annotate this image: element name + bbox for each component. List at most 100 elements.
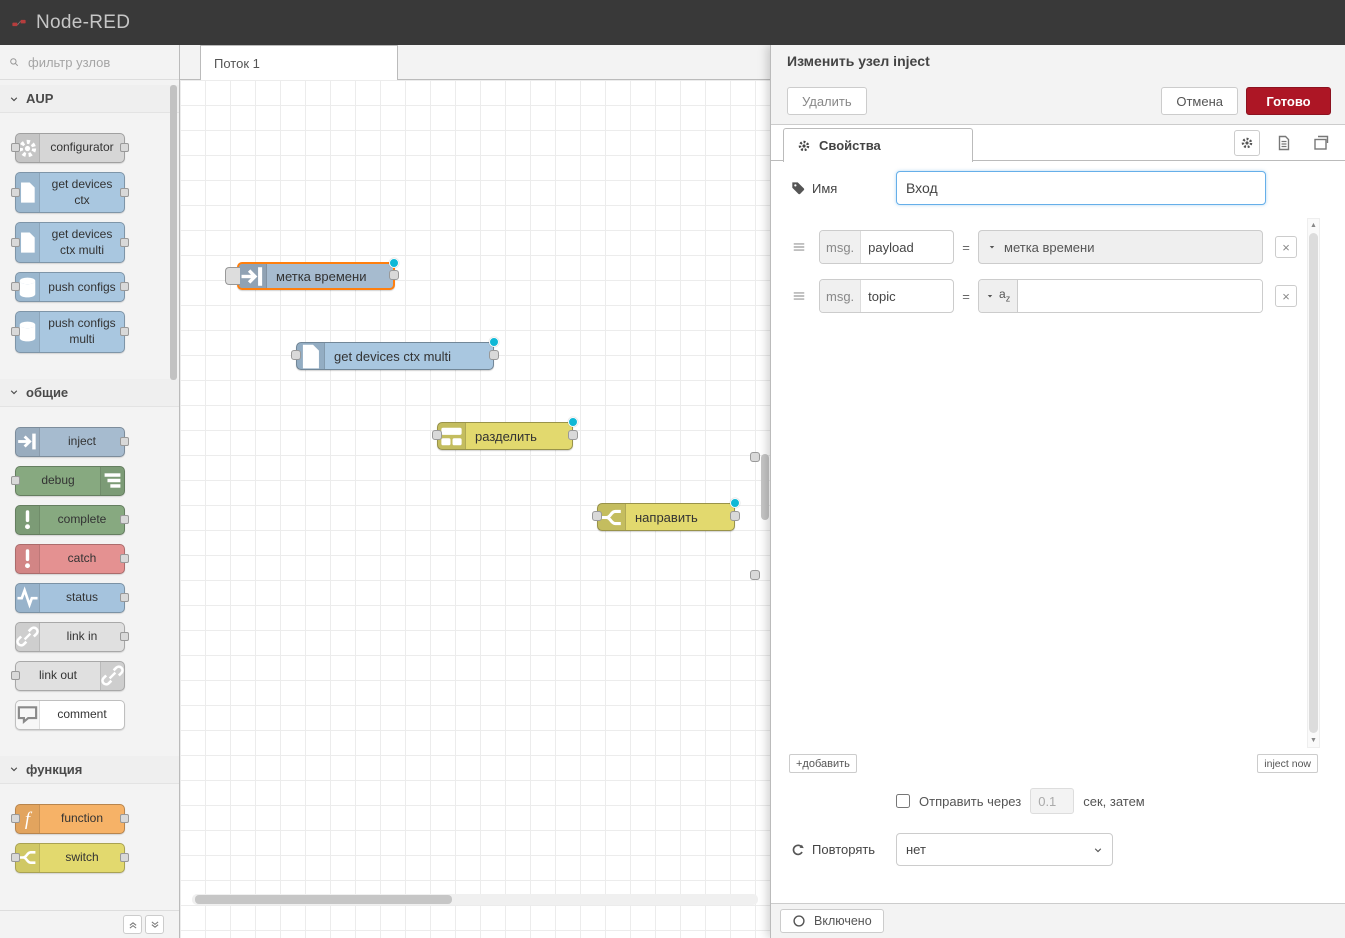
name-row: Имя	[791, 171, 837, 205]
property-name[interactable]: topic	[861, 280, 953, 312]
tab-properties[interactable]: Свойства	[783, 128, 973, 162]
flow-canvas[interactable]: метка времени get devices ctx multi раздел…	[180, 80, 770, 938]
inject-once-delay-input[interactable]	[1030, 788, 1074, 814]
palette-node-output-port[interactable]	[120, 282, 129, 291]
row-drag-handle[interactable]	[789, 289, 809, 303]
inject-button[interactable]	[225, 267, 240, 285]
palette-node-function[interactable]: ffunction	[15, 804, 125, 834]
node-enabled-toggle[interactable]: Включено	[780, 909, 884, 933]
palette-node-input-port[interactable]	[11, 282, 20, 291]
chevrons-up-icon	[128, 920, 138, 930]
palette-node-output-port[interactable]	[120, 188, 129, 197]
palette-node-switch[interactable]: switch	[15, 843, 125, 873]
palette-node-input-port[interactable]	[11, 476, 20, 485]
remove-property-button[interactable]: ×	[1275, 285, 1297, 307]
palette-node-output-port[interactable]	[120, 143, 129, 152]
scroll-up-arrow[interactable]: ▲	[1308, 219, 1319, 232]
flow-node-port-partial[interactable]	[750, 452, 760, 462]
palette-node-link-out[interactable]: link out	[15, 661, 125, 691]
flow-node-разделить[interactable]: разделить	[437, 422, 573, 450]
palette-node-output-port[interactable]	[120, 554, 129, 563]
palette-node-link-in[interactable]: link in	[15, 622, 125, 652]
palette-category-функция: функция ffunction switch	[0, 756, 179, 899]
delete-button[interactable]: Удалить	[787, 87, 867, 115]
palette-node-input-port[interactable]	[11, 853, 20, 862]
flow-node-output-port[interactable]	[730, 511, 740, 521]
palette-node-output-port[interactable]	[120, 593, 129, 602]
node-settings-button[interactable]	[1234, 130, 1260, 156]
palette-category-header-функция[interactable]: функция	[0, 756, 179, 784]
tray-body: Имя msg.payload=метка времени×msg.topic=…	[771, 161, 1345, 903]
palette-node-label: complete	[40, 506, 124, 534]
palette-node-get-devices-ctx-multi[interactable]: get devices ctx multi	[15, 222, 125, 263]
typed-input-topic[interactable]: az	[978, 279, 1263, 313]
flow-node-input-port[interactable]	[291, 350, 301, 360]
flow-node-input-port[interactable]	[432, 430, 442, 440]
palette-scrollbar[interactable]	[170, 85, 177, 380]
palette-node-input-port[interactable]	[11, 143, 20, 152]
palette-node-comment[interactable]: comment	[15, 700, 125, 730]
palette-node-output-port[interactable]	[120, 632, 129, 641]
palette-node-inject[interactable]: inject	[15, 427, 125, 457]
props-list-scrollbar-thumb[interactable]	[1309, 233, 1318, 733]
palette-node-debug[interactable]: debug	[15, 466, 125, 496]
palette-node-output-port[interactable]	[120, 437, 129, 446]
scroll-down-arrow[interactable]: ▼	[1308, 734, 1319, 747]
flow-node-метка-времени[interactable]: метка времени	[237, 262, 395, 290]
palette-node-input-port[interactable]	[11, 814, 20, 823]
property-input[interactable]: msg.topic	[819, 279, 954, 313]
row-drag-handle[interactable]	[789, 240, 809, 254]
flow-tab[interactable]: Поток 1	[200, 45, 398, 80]
node-appearance-button[interactable]	[1308, 130, 1334, 156]
inject-once-checkbox[interactable]	[896, 794, 910, 808]
flow-node-port-partial[interactable]	[750, 570, 760, 580]
typed-input-payload[interactable]: метка времени	[978, 230, 1263, 264]
palette-node-label: push configs multi	[40, 312, 124, 351]
app-header: Node-RED	[0, 0, 1345, 45]
collapse-all-button[interactable]	[123, 915, 142, 934]
palette-node-label: comment	[40, 701, 124, 729]
palette-search-input[interactable]	[26, 54, 151, 71]
flow-node-output-port[interactable]	[389, 270, 399, 280]
palette-node-output-port[interactable]	[120, 515, 129, 524]
remove-property-button[interactable]: ×	[1275, 236, 1297, 258]
palette-node-output-port[interactable]	[120, 814, 129, 823]
palette-category-header-aup[interactable]: AUP	[0, 85, 179, 113]
chevron-down-icon	[9, 94, 19, 104]
canvas-v-scrollbar-thumb[interactable]	[761, 454, 769, 520]
typed-input-field[interactable]	[1018, 280, 1262, 312]
node-description-button[interactable]	[1271, 130, 1297, 156]
inject-now-button[interactable]: inject now	[1257, 754, 1318, 773]
property-name[interactable]: payload	[861, 231, 953, 263]
palette-node-push-configs[interactable]: push configs	[15, 272, 125, 302]
palette-node-input-port[interactable]	[11, 327, 20, 336]
bars-icon	[100, 467, 124, 495]
flow-node-направить[interactable]: направить	[597, 503, 735, 531]
palette-node-output-port[interactable]	[120, 327, 129, 336]
palette-category-header-общие[interactable]: общие	[0, 379, 179, 407]
flow-node-output-port[interactable]	[489, 350, 499, 360]
palette-node-input-port[interactable]	[11, 238, 20, 247]
cancel-button[interactable]: Отмена	[1161, 87, 1238, 115]
add-property-button[interactable]: +добавить	[789, 754, 857, 773]
flow-node-output-port[interactable]	[568, 430, 578, 440]
name-input[interactable]	[896, 171, 1266, 205]
done-button[interactable]: Готово	[1246, 87, 1331, 115]
palette-node-catch[interactable]: catch	[15, 544, 125, 574]
canvas-h-scrollbar-thumb[interactable]	[195, 895, 452, 904]
palette-node-configurator[interactable]: configurator	[15, 133, 125, 163]
palette-node-input-port[interactable]	[11, 188, 20, 197]
palette-node-output-port[interactable]	[120, 853, 129, 862]
typed-input-type-button[interactable]: az	[979, 280, 1018, 312]
palette-node-complete[interactable]: complete	[15, 505, 125, 535]
property-input[interactable]: msg.payload	[819, 230, 954, 264]
flow-node-input-port[interactable]	[592, 511, 602, 521]
repeat-select[interactable]: нет	[896, 833, 1113, 866]
palette-node-output-port[interactable]	[120, 238, 129, 247]
palette-node-get-devices-ctx[interactable]: get devices ctx	[15, 172, 125, 213]
flow-node-get-devices-ctx-multi[interactable]: get devices ctx multi	[296, 342, 494, 370]
palette-node-push-configs-multi[interactable]: push configs multi	[15, 311, 125, 352]
expand-all-button[interactable]	[145, 915, 164, 934]
palette-node-input-port[interactable]	[11, 671, 20, 680]
palette-node-status[interactable]: status	[15, 583, 125, 613]
